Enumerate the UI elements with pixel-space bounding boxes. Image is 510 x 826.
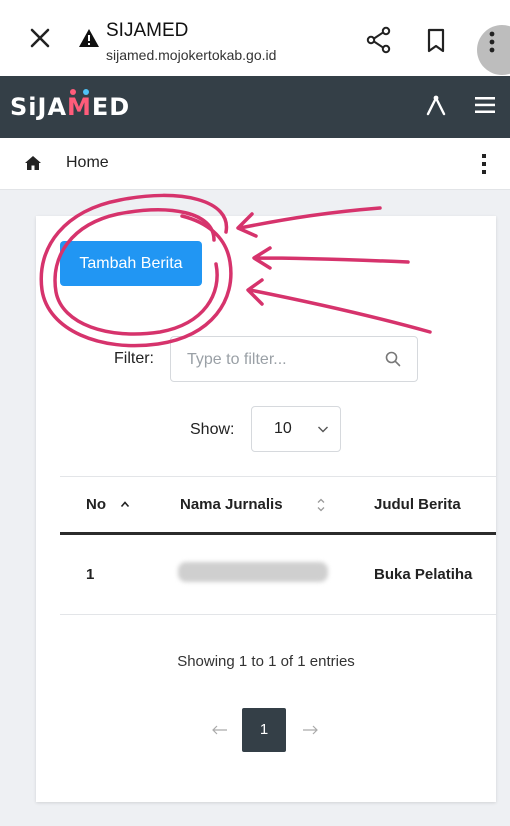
column-header-judul-berita[interactable]: Judul Berita <box>374 496 461 513</box>
pagination-current-page[interactable]: 1 <box>242 708 286 752</box>
breadcrumb: Home <box>0 138 510 190</box>
filter-field[interactable] <box>170 336 418 382</box>
add-news-button[interactable]: Tambah Berita <box>60 241 202 286</box>
more-vertical-icon[interactable] <box>481 153 487 175</box>
filter-input[interactable] <box>187 349 377 371</box>
brand-logo[interactable]: SiJAMED <box>10 93 130 121</box>
chevron-down-icon <box>318 426 328 433</box>
more-vertical-icon <box>489 31 495 53</box>
share-icon[interactable] <box>366 26 392 54</box>
browser-toolbar: SIJAMED sijamed.mojokertokab.go.id <box>0 0 510 76</box>
table-cell-no: 1 <box>86 566 95 583</box>
page-title: SIJAMED <box>106 20 189 41</box>
pagination-next-arrow-icon[interactable] <box>300 720 320 740</box>
table-row-divider <box>60 614 496 615</box>
breadcrumb-home[interactable]: Home <box>66 154 109 172</box>
pagination-prev-arrow-icon[interactable] <box>210 720 230 740</box>
filter-label: Filter: <box>114 350 154 367</box>
page-size-value: 10 <box>274 420 292 437</box>
search-icon <box>385 351 401 367</box>
bookmark-icon[interactable] <box>426 28 446 54</box>
browser-menu-button[interactable] <box>477 25 510 75</box>
table-divider <box>60 476 496 477</box>
home-icon[interactable] <box>24 155 42 171</box>
close-icon[interactable] <box>28 26 52 50</box>
sort-icon[interactable] <box>316 497 326 513</box>
news-card: Tambah Berita Filter: Show: 10 No Nama J… <box>36 216 496 802</box>
sort-ascending-icon[interactable] <box>120 500 130 508</box>
redacted-journalist-name <box>178 562 328 582</box>
network-icon[interactable] <box>424 94 448 118</box>
column-header-nama-jurnalis[interactable]: Nama Jurnalis <box>180 496 283 513</box>
warning-icon[interactable] <box>78 28 100 48</box>
page-size-select[interactable]: 10 <box>251 406 341 452</box>
column-header-no[interactable]: No <box>86 496 106 513</box>
hamburger-menu-icon[interactable] <box>474 95 496 115</box>
entries-info: Showing 1 to 1 of 1 entries <box>177 653 355 670</box>
show-label: Show: <box>190 421 235 438</box>
table-header-rule <box>60 532 496 535</box>
site-url[interactable]: sijamed.mojokertokab.go.id <box>106 47 276 63</box>
table-cell-judul[interactable]: Buka Pelatiha <box>374 566 472 583</box>
